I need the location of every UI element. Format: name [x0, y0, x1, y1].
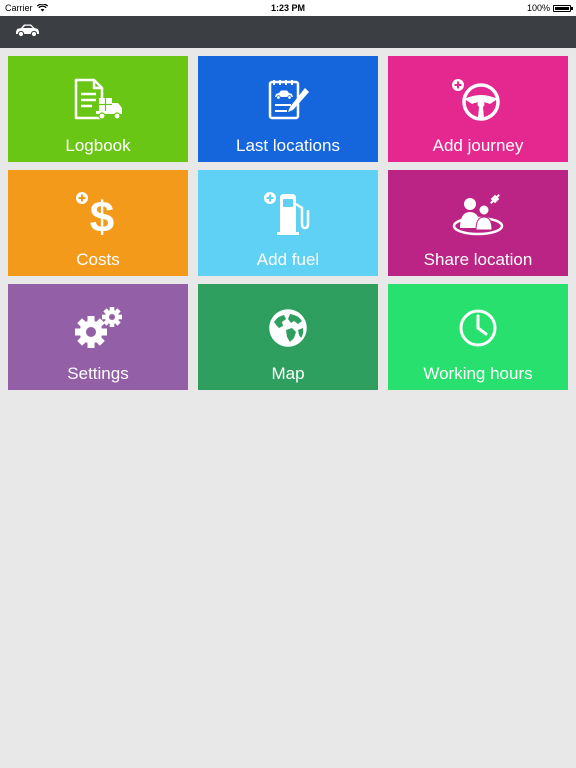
battery-icon [553, 4, 573, 12]
clock-icon [459, 309, 497, 347]
logbook-icon [74, 78, 122, 120]
tile-add-fuel[interactable]: Add fuel [198, 170, 378, 276]
tile-costs[interactable]: $ Costs [8, 170, 188, 276]
tile-share-location-label: Share location [423, 250, 533, 269]
tile-settings[interactable]: Settings [8, 284, 188, 390]
tile-share-location[interactable]: Share location [388, 170, 568, 276]
notepad-car-icon [268, 80, 309, 120]
status-right: 100% [526, 0, 573, 16]
status-bar: Carrier 1:23 PM 100% [0, 0, 576, 16]
tile-last-locations[interactable]: Last locations [198, 56, 378, 162]
tile-working-hours-label: Working hours [423, 364, 533, 383]
steering-wheel-plus-icon [452, 79, 500, 121]
tile-working-hours[interactable]: Working hours [388, 284, 568, 390]
gears-icon [75, 307, 122, 348]
tile-logbook-label: Logbook [65, 136, 131, 155]
car-icon[interactable] [14, 23, 40, 37]
globe-icon [269, 309, 307, 347]
battery-percent: 100% [526, 3, 550, 13]
tile-costs-label: Costs [76, 250, 120, 269]
tile-map[interactable]: Map [198, 284, 378, 390]
tile-last-locations-label: Last locations [236, 136, 340, 155]
dollar-plus-icon: $ [76, 192, 114, 238]
tile-add-journey-label: Add journey [432, 136, 524, 155]
people-satellite-icon [452, 194, 504, 236]
tile-add-fuel-label: Add fuel [256, 250, 320, 269]
fuel-pump-plus-icon [264, 192, 310, 235]
tile-settings-label: Settings [67, 364, 129, 383]
nav-bar [0, 16, 576, 48]
tile-add-journey[interactable]: Add journey [388, 56, 568, 162]
status-time: 1:23 PM [270, 3, 305, 13]
tile-map-label: Map [271, 364, 305, 383]
svg-text:$: $ [90, 193, 114, 238]
tile-logbook[interactable]: Logbook [8, 56, 188, 162]
